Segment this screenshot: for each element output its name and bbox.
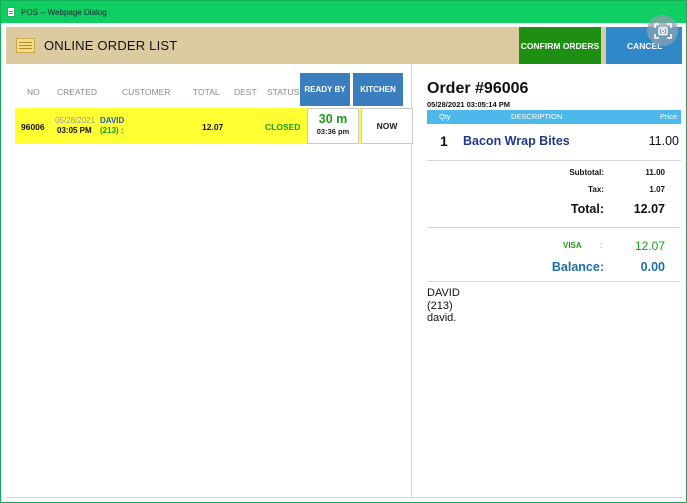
col-header-dest: DEST [234,87,257,97]
ready-time: 03:36 pm [316,127,350,136]
order-list-icon [16,38,35,53]
created-time: 03:05 PM [57,126,92,135]
screenshot-capture-icon[interactable] [647,15,678,46]
ready-by-cell[interactable]: 30 m 03:36 pm [307,108,359,144]
order-detail-panel: Order #96006 05/28/2021 03:05:14 PM Qty … [413,65,682,497]
order-number: 96006 [21,122,45,132]
item-header-price: Price [659,112,677,121]
page-header: ONLINE ORDER LIST CONFIRM ORDERS CANCEL [6,27,682,64]
divider [427,227,681,228]
confirm-orders-button[interactable]: CONFIRM ORDERS [519,27,601,64]
order-row[interactable]: 96006 05/28/2021 03:05 PM DAVID (213) : … [15,108,413,144]
ready-by-button[interactable]: READY BY [300,73,350,106]
col-header-customer: CUSTOMER [122,87,171,97]
order-list-panel: NO CREATED CUSTOMER TOTAL DEST STATUS RE… [7,65,413,497]
item-row[interactable]: 1 Bacon Wrap Bites 11.00 [427,127,681,157]
col-header-no: NO [27,87,40,97]
customer-phone: (213) : [100,126,124,135]
page-title: ONLINE ORDER LIST [44,38,178,53]
order-datetime: 05/28/2021 03:05:14 PM [427,100,510,109]
ready-minutes: 30 m [318,112,348,126]
kitchen-now-button[interactable]: NOW [361,108,413,144]
title-bar: POS -- Webpage Dialog [1,1,686,23]
kitchen-button[interactable]: KITCHEN [353,73,403,106]
customer-name: DAVID [100,116,125,125]
divider [427,160,681,161]
page-icon [7,7,15,17]
payment-method: VISA [563,241,582,250]
divider [427,281,681,282]
status-badge: CLOSED [265,122,301,132]
item-table-header: Qty DESCRIPTION Price [427,110,681,124]
balance-label: Balance: [551,260,604,274]
item-description: Bacon Wrap Bites [463,134,570,148]
created-date: 05/28/2021 [55,116,96,125]
bottom-border [6,497,683,498]
tax-label: Tax: [588,185,604,194]
col-header-total: TOTAL [193,87,220,97]
customer-info-name: DAVID [427,287,460,299]
item-price: 11.00 [648,134,679,148]
window-title: POS -- Webpage Dialog [21,7,107,17]
item-qty: 1 [440,133,448,149]
col-header-created: CREATED [57,87,97,97]
order-total: 12.07 [202,122,224,132]
customer-info: DAVID (213) david. [427,287,460,325]
subtotal-value: 11.00 [645,168,665,177]
payment-separator: : [600,241,603,250]
item-header-description: DESCRIPTION [511,112,563,121]
tax-value: 1.07 [649,185,665,194]
total-label: Total: [570,202,604,216]
balance-value: 0.00 [640,260,665,274]
item-header-qty: Qty [439,112,451,121]
payment-amount: 12.07 [634,239,665,253]
customer-info-email: david. [427,312,457,324]
col-header-status: STATUS [267,87,300,97]
order-title: Order #96006 [427,80,529,97]
dialog-window: POS -- Webpage Dialog ONLINE ORDER LIST … [0,0,687,503]
subtotal-label: Subtotal: [569,168,604,177]
total-value: 12.07 [633,202,665,216]
customer-info-phone: (213) [427,299,453,312]
